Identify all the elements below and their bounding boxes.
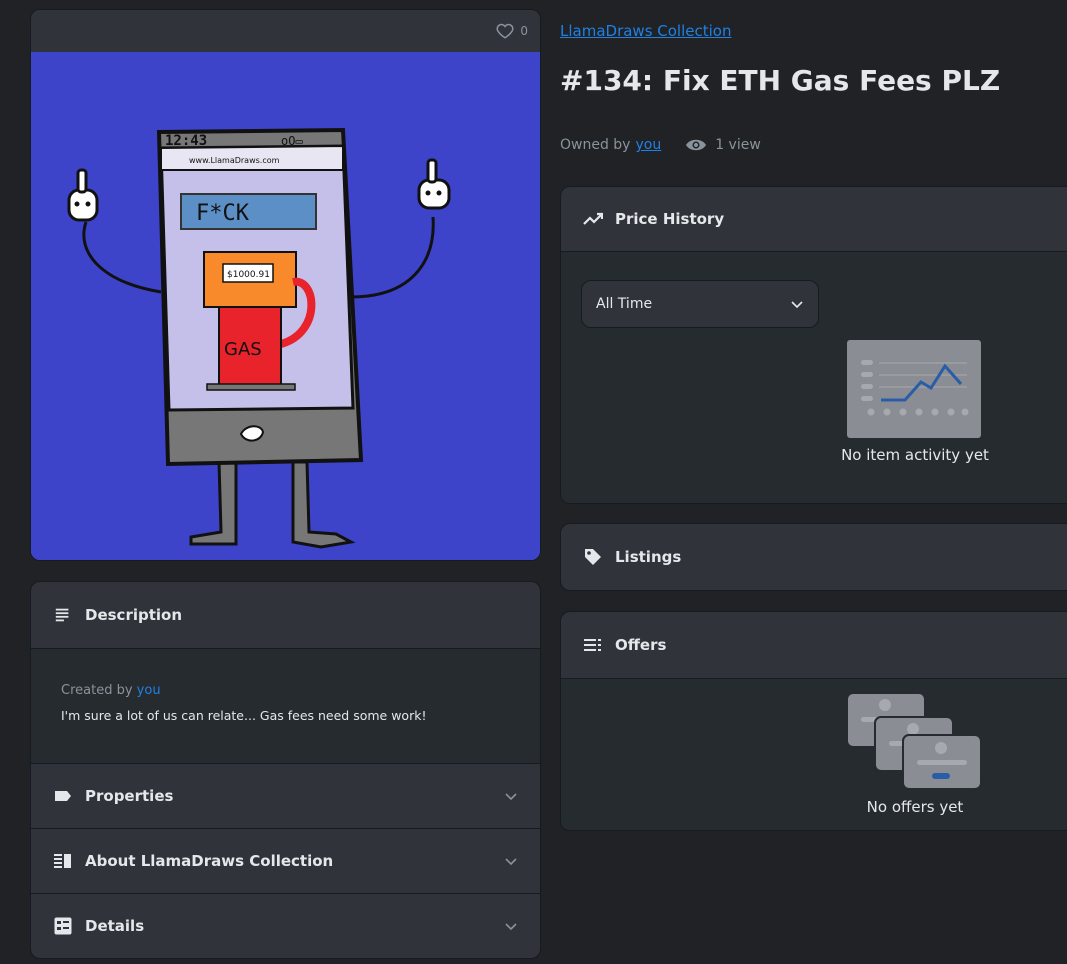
eye-icon: [686, 139, 707, 151]
properties-accordion[interactable]: Properties: [31, 764, 540, 828]
vertical-split-icon: [53, 851, 73, 871]
pump-price: $1000.91: [227, 270, 270, 280]
no-offers-message: No offers yet: [866, 798, 964, 816]
description-header: Description: [31, 582, 540, 648]
chevron-down-icon: [505, 793, 517, 801]
nft-artwork[interactable]: 12:43 www.LlamaDraws.com oO▭ F*CK $1000.…: [31, 52, 540, 560]
listings-card: Listings: [560, 523, 1067, 591]
about-collection-label: About LlamaDraws Collection: [85, 852, 334, 870]
chevron-down-icon: [505, 923, 517, 931]
pump-label: GAS: [224, 339, 262, 360]
subject-icon: [53, 605, 73, 625]
label-icon: [53, 786, 73, 806]
time-filter-value: All Time: [596, 296, 653, 312]
nft-image-card: 0 12:43 www.LlamaDraws.com oO▭ F*CK $100…: [30, 9, 541, 561]
details-label: Details: [85, 917, 145, 935]
image-topbar: 0: [31, 10, 540, 52]
description-text: I'm sure a lot of us can relate... Gas f…: [61, 708, 427, 723]
empty-chart-illustration: [847, 340, 981, 438]
owner-link[interactable]: you: [635, 137, 661, 153]
offers-body: No offers yet: [561, 679, 1067, 830]
price-history-header[interactable]: Price History: [561, 187, 1067, 251]
favorites-count: 0: [520, 24, 528, 38]
offers-card: Offers No offers yet: [560, 611, 1067, 831]
owner-row: Owned by you 1 view: [560, 137, 761, 153]
offers-title: Offers: [615, 636, 667, 654]
listings-header[interactable]: Listings: [561, 524, 1067, 590]
created-by-label: Created by: [61, 683, 133, 698]
list-alt-icon: [53, 916, 73, 936]
no-activity-message: No item activity yet: [841, 446, 989, 464]
trending-icon: [583, 209, 603, 229]
nft-title: #134: Fix ETH Gas Fees PLZ: [560, 64, 1001, 97]
phone-url: www.LlamaDraws.com: [189, 156, 280, 165]
chevron-down-icon: [505, 858, 517, 866]
price-history-title: Price History: [615, 210, 725, 228]
properties-label: Properties: [85, 787, 174, 805]
price-history-body: All Time No item activity yet: [561, 252, 1067, 503]
owned-by-label: Owned by: [560, 137, 631, 153]
creator-link[interactable]: you: [137, 683, 161, 698]
heart-icon[interactable]: [496, 22, 514, 40]
toc-icon: [583, 635, 603, 655]
price-history-card: Price History All Time No item activity …: [560, 186, 1067, 504]
description-body: Created by you I'm sure a lot of us can …: [31, 649, 540, 763]
chevron-down-icon: [791, 301, 803, 309]
description-card: Description Created by you I'm sure a lo…: [30, 581, 541, 959]
details-accordion[interactable]: Details: [31, 894, 540, 958]
view-count: 1 view: [715, 137, 761, 153]
offers-header[interactable]: Offers: [561, 612, 1067, 678]
about-collection-accordion[interactable]: About LlamaDraws Collection: [31, 829, 540, 893]
time-filter-select[interactable]: All Time: [581, 280, 819, 328]
phone-clock: 12:43: [165, 133, 207, 149]
empty-offers-illustration: [847, 692, 982, 790]
description-title: Description: [85, 606, 183, 624]
screen-text: F*CK: [196, 201, 250, 226]
tag-icon: [583, 547, 603, 567]
listings-title: Listings: [615, 548, 682, 566]
phone-battery: oO▭: [281, 134, 303, 148]
collection-link[interactable]: LlamaDraws Collection: [560, 22, 731, 40]
created-by-row: Created by you: [61, 683, 510, 698]
